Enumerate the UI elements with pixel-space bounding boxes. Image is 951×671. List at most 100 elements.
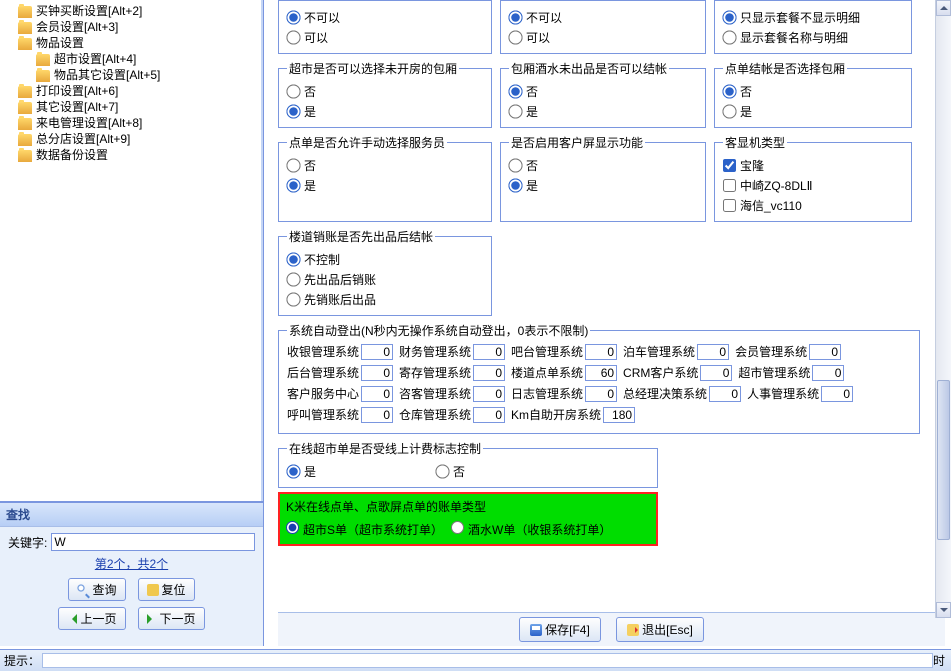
radio-input[interactable]: [722, 104, 736, 118]
radio-option[interactable]: 否: [287, 81, 483, 101]
radio-input[interactable]: [286, 272, 300, 286]
checkbox-input[interactable]: [723, 199, 736, 212]
scroll-thumb[interactable]: [937, 380, 950, 540]
keyword-input[interactable]: [51, 533, 255, 551]
radio-option[interactable]: 否: [509, 81, 697, 101]
timeout-input[interactable]: [361, 407, 393, 423]
save-button[interactable]: 保存[F4]: [519, 617, 601, 642]
timeout-input[interactable]: [585, 386, 617, 402]
radio-option[interactable]: 先出品后销账: [287, 269, 483, 289]
radio-option[interactable]: 只显示套餐不显示明细: [723, 7, 903, 27]
radio-input[interactable]: [286, 252, 300, 266]
timeout-label: 总经理决策系统: [623, 385, 707, 402]
radio-input[interactable]: [722, 30, 736, 44]
radio-input[interactable]: [286, 521, 299, 534]
query-button[interactable]: 查询: [68, 578, 125, 601]
scroll-down-button[interactable]: [936, 602, 951, 618]
radio-option[interactable]: 酒水W单（收银系统打单）: [451, 521, 611, 538]
exit-icon: [627, 624, 639, 636]
radio-input[interactable]: [722, 84, 736, 98]
radio-input[interactable]: [451, 521, 464, 534]
radio-option[interactable]: 可以: [287, 27, 483, 47]
radio-input[interactable]: [286, 178, 300, 192]
checkbox-input[interactable]: [723, 179, 736, 192]
radio-input[interactable]: [286, 292, 300, 306]
radio-option[interactable]: 是: [287, 101, 483, 121]
radio-input[interactable]: [435, 464, 449, 478]
radio-input[interactable]: [508, 158, 522, 172]
radio-option[interactable]: 是: [287, 175, 483, 195]
radio-input[interactable]: [286, 30, 300, 44]
radio-input[interactable]: [286, 158, 300, 172]
radio-option[interactable]: 是: [723, 101, 903, 121]
radio-input[interactable]: [286, 10, 300, 24]
checkbox-input[interactable]: [723, 159, 736, 172]
tree-item[interactable]: 物品其它设置[Alt+5]: [18, 68, 261, 83]
radio-option[interactable]: 否: [436, 461, 465, 481]
radio-option[interactable]: 超市S单（超市系统打单）: [286, 521, 443, 538]
group-legend: 超市是否可以选择未开房的包厢: [287, 60, 459, 77]
checkbox-option[interactable]: 宝隆: [723, 155, 903, 175]
timeout-input[interactable]: [473, 386, 505, 402]
radio-input[interactable]: [286, 84, 300, 98]
radio-option[interactable]: 可以: [509, 27, 697, 47]
tree-item[interactable]: 物品设置: [18, 36, 261, 51]
vertical-scrollbar[interactable]: [935, 0, 951, 618]
radio-option[interactable]: 不可以: [287, 7, 483, 27]
timeout-label: Km自助开房系统: [511, 406, 601, 423]
tree-item[interactable]: 数据备份设置: [18, 148, 261, 163]
radio-option[interactable]: 显示套餐名称与明细: [723, 27, 903, 47]
radio-input[interactable]: [508, 178, 522, 192]
exit-button[interactable]: 退出[Esc]: [616, 617, 704, 642]
radio-option[interactable]: 是: [509, 101, 697, 121]
radio-input[interactable]: [508, 84, 522, 98]
timeout-input[interactable]: [603, 407, 635, 423]
radio-input[interactable]: [722, 10, 736, 24]
radio-input[interactable]: [508, 104, 522, 118]
radio-option[interactable]: 是: [287, 461, 316, 481]
timeout-input[interactable]: [585, 365, 617, 381]
radio-input[interactable]: [286, 464, 300, 478]
radio-input[interactable]: [508, 30, 522, 44]
timeout-input[interactable]: [473, 344, 505, 360]
tree-item[interactable]: 超市设置[Alt+4]: [18, 52, 261, 67]
tree-item[interactable]: 会员设置[Alt+3]: [18, 20, 261, 35]
radio-label: 不可以: [526, 9, 562, 26]
next-page-button[interactable]: 下一页: [138, 607, 205, 630]
reset-button[interactable]: 复位: [138, 578, 195, 601]
timeout-input[interactable]: [473, 365, 505, 381]
scroll-up-button[interactable]: [936, 0, 951, 16]
timeout-input[interactable]: [361, 344, 393, 360]
radio-option[interactable]: 先销账后出品: [287, 289, 483, 309]
timeout-input[interactable]: [361, 386, 393, 402]
timeout-input[interactable]: [473, 407, 505, 423]
radio-option[interactable]: 否: [287, 155, 483, 175]
tree-item[interactable]: 买钟买断设置[Alt+2]: [18, 4, 261, 19]
radio-label: 不控制: [304, 251, 340, 268]
radio-option[interactable]: 不控制: [287, 249, 483, 269]
radio-input[interactable]: [508, 10, 522, 24]
timeout-input[interactable]: [361, 365, 393, 381]
timeout-input[interactable]: [585, 344, 617, 360]
group-legend: 系统自动登出(N秒内无操作系统自动登出，0表示不限制): [287, 322, 590, 339]
prev-page-button[interactable]: 上一页: [58, 607, 125, 630]
radio-option[interactable]: 否: [509, 155, 697, 175]
folder-icon: [18, 102, 32, 114]
timeout-input[interactable]: [700, 365, 732, 381]
timeout-input[interactable]: [821, 386, 853, 402]
tree-item[interactable]: 总分店设置[Alt+9]: [18, 132, 261, 147]
timeout-input[interactable]: [709, 386, 741, 402]
checkbox-option[interactable]: 海信_vc110: [723, 195, 903, 215]
radio-option[interactable]: 不可以: [509, 7, 697, 27]
radio-option[interactable]: 是: [509, 175, 697, 195]
checkbox-option[interactable]: 中崎ZQ-8DLⅡ: [723, 175, 903, 195]
option-group: 包厢酒水未出品是否可以结帐否是: [500, 60, 706, 128]
tree-item[interactable]: 其它设置[Alt+7]: [18, 100, 261, 115]
timeout-input[interactable]: [812, 365, 844, 381]
timeout-input[interactable]: [697, 344, 729, 360]
tree-item[interactable]: 打印设置[Alt+6]: [18, 84, 261, 99]
tree-item[interactable]: 来电管理设置[Alt+8]: [18, 116, 261, 131]
radio-option[interactable]: 否: [723, 81, 903, 101]
radio-input[interactable]: [286, 104, 300, 118]
timeout-input[interactable]: [809, 344, 841, 360]
